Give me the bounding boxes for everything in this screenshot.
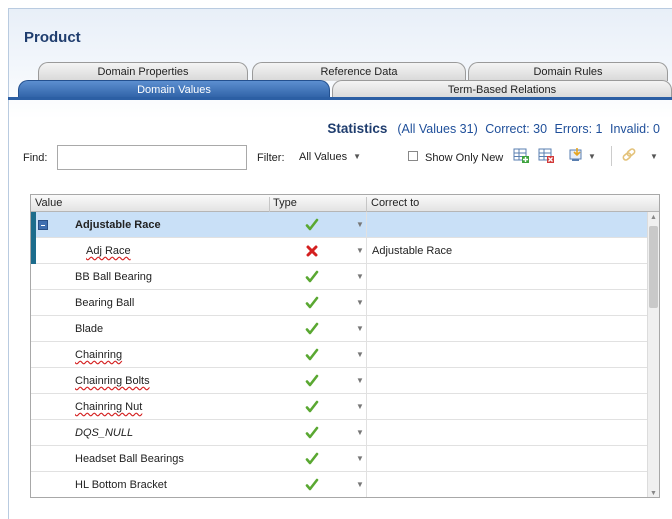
check-icon (305, 296, 319, 310)
type-dropdown-icon[interactable]: ▼ (356, 376, 364, 385)
link-icon[interactable] (621, 147, 637, 163)
table-row[interactable]: Bearing Ball ▼ (31, 290, 648, 316)
import-icon[interactable] (568, 147, 584, 163)
error-x-icon (305, 244, 319, 258)
stat-correct: Correct: 30 (485, 122, 548, 136)
cell-value[interactable]: Adj Race (86, 245, 131, 257)
table-row[interactable]: Adjustable Race ▼ (31, 212, 648, 238)
cell-correct-to[interactable]: Adjustable Race (372, 245, 452, 257)
cell-value[interactable]: HL Bottom Bracket (75, 479, 167, 491)
tab-domain-rules[interactable]: Domain Rules (468, 62, 668, 81)
cell-value[interactable]: Headset Ball Bearings (75, 453, 184, 465)
table-row[interactable]: DQS_NULL ▼ (31, 420, 648, 446)
statistics-summary: Statistics (All Values 31) Correct: 30 Er… (327, 121, 660, 136)
type-dropdown-icon[interactable]: ▼ (356, 402, 364, 411)
check-icon (305, 348, 319, 362)
grid-header: Value Type Correct to (31, 195, 659, 214)
table-row[interactable]: Chainring ▼ (31, 342, 648, 368)
scrollbar-thumb[interactable] (649, 226, 658, 308)
show-only-new-label: Show Only New (425, 152, 504, 164)
cell-value[interactable]: Chainring Nut (75, 401, 142, 413)
check-icon (305, 270, 319, 284)
type-dropdown-icon[interactable]: ▼ (356, 480, 364, 489)
column-header-type[interactable]: Type (273, 197, 297, 209)
check-icon (305, 452, 319, 466)
check-icon (305, 374, 319, 388)
check-icon (305, 400, 319, 414)
link-dropdown-icon[interactable]: ▼ (650, 152, 658, 161)
type-dropdown-icon[interactable]: ▼ (356, 220, 364, 229)
cell-value[interactable]: DQS_NULL (75, 427, 133, 439)
cell-value[interactable]: Blade (75, 323, 103, 335)
type-dropdown-icon[interactable]: ▼ (356, 298, 364, 307)
table-row[interactable]: Chainring Nut ▼ (31, 394, 648, 420)
table-row[interactable]: Headset Ball Bearings ▼ (31, 446, 648, 472)
type-dropdown-icon[interactable]: ▼ (356, 454, 364, 463)
show-only-new-checkbox[interactable] (408, 151, 418, 161)
group-indicator-bar (31, 212, 36, 264)
column-header-correct-to[interactable]: Correct to (371, 197, 419, 209)
type-dropdown-icon[interactable]: ▼ (356, 428, 364, 437)
tab-domain-properties[interactable]: Domain Properties (38, 62, 248, 81)
cell-value[interactable]: Adjustable Race (75, 219, 161, 231)
table-row[interactable]: HL Bottom Bracket ▼ (31, 472, 648, 497)
check-icon (305, 218, 319, 232)
filter-dropdown[interactable]: All Values ▼ (294, 146, 370, 169)
import-dropdown-icon[interactable]: ▼ (588, 152, 596, 161)
filter-value: All Values (299, 151, 348, 163)
cell-value[interactable]: Chainring (75, 349, 122, 361)
column-header-value[interactable]: Value (35, 197, 62, 209)
table-row[interactable]: Blade ▼ (31, 316, 648, 342)
grid-delete-icon[interactable] (538, 147, 554, 163)
toolbar-separator (611, 146, 612, 166)
filter-label: Filter: (257, 152, 285, 164)
tab-reference-data[interactable]: Reference Data (252, 62, 466, 81)
type-dropdown-icon[interactable]: ▼ (356, 324, 364, 333)
tab-strip: Domain Properties Reference Data Domain … (8, 58, 672, 99)
chevron-down-icon: ▼ (353, 152, 361, 161)
statistics-label: Statistics (327, 121, 388, 136)
collapse-icon[interactable] (38, 220, 48, 230)
vertical-scrollbar[interactable]: ▲ ▼ (647, 212, 659, 497)
scroll-up-icon[interactable]: ▲ (650, 214, 657, 221)
grid-add-icon[interactable] (513, 147, 529, 163)
scroll-down-icon[interactable]: ▼ (650, 490, 657, 497)
stat-errors: Errors: 1 (554, 122, 603, 136)
cell-value[interactable]: Bearing Ball (75, 297, 134, 309)
domain-values-grid: Value Type Correct to Adjustable Race ▼ Ad… (30, 194, 660, 498)
check-icon (305, 322, 319, 336)
check-icon (305, 426, 319, 440)
table-row[interactable]: Chainring Bolts ▼ (31, 368, 648, 394)
cell-value[interactable]: Chainring Bolts (75, 375, 150, 387)
check-icon (305, 478, 319, 492)
find-input[interactable] (57, 145, 247, 170)
type-dropdown-icon[interactable]: ▼ (356, 272, 364, 281)
stat-invalid: Invalid: 0 (609, 122, 660, 136)
column-divider (366, 212, 367, 497)
table-row[interactable]: BB Ball Bearing ▼ (31, 264, 648, 290)
cell-value[interactable]: BB Ball Bearing (75, 271, 152, 283)
page-title: Product (24, 29, 81, 46)
type-dropdown-icon[interactable]: ▼ (356, 350, 364, 359)
table-row[interactable]: Adj Race ▼ Adjustable Race (31, 238, 648, 264)
find-label: Find: (23, 152, 48, 164)
type-dropdown-icon[interactable]: ▼ (356, 246, 364, 255)
tab-underline (8, 97, 672, 100)
stat-all-values: (All Values 31) (397, 122, 478, 136)
